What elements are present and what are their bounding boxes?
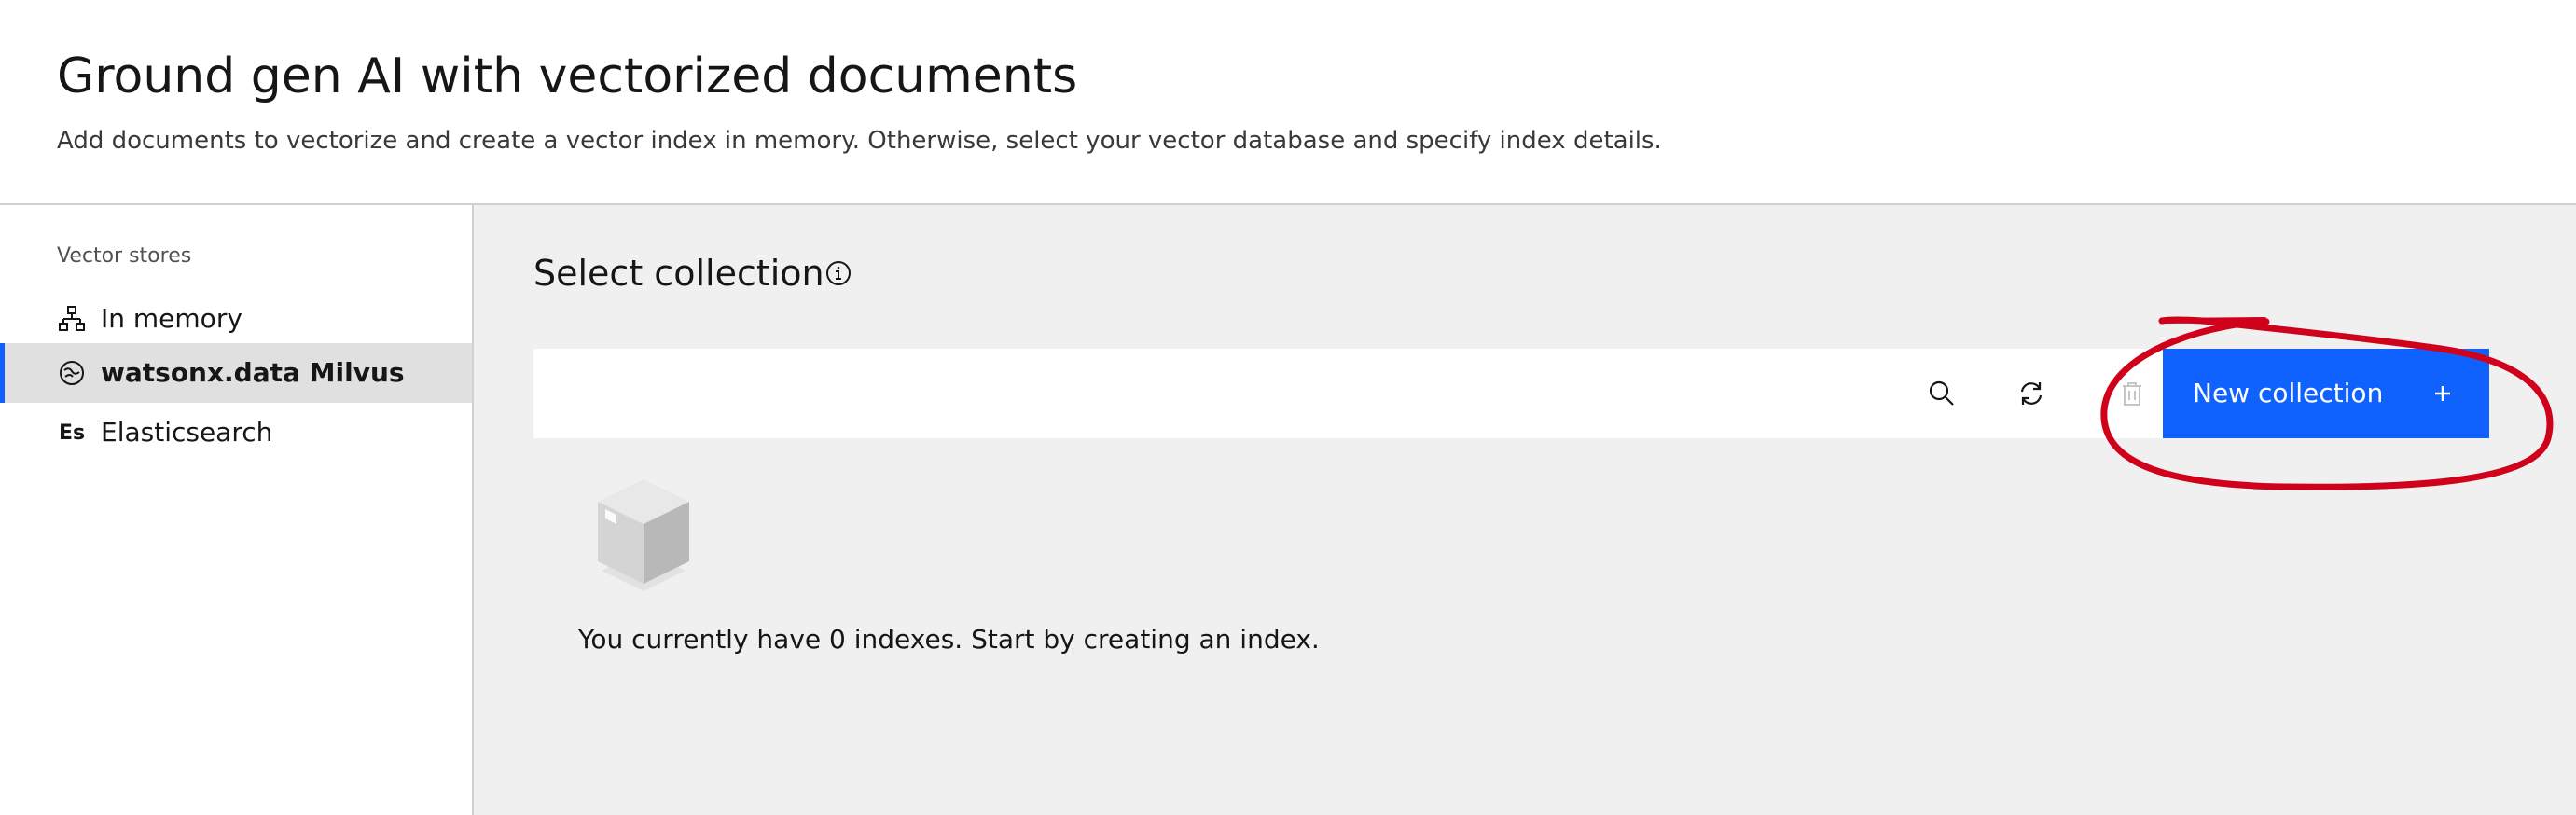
refresh-icon[interactable] [2009, 371, 2054, 416]
sidebar-item-label: watsonx.data Milvus [101, 357, 405, 388]
page-title: Ground gen AI with vectorized documents [57, 48, 1078, 104]
main-panel: Select collection New collection You cur… [474, 205, 2576, 815]
sidebar-item-in-memory[interactable]: In memory [0, 289, 472, 349]
new-collection-button[interactable]: New collection [2163, 349, 2489, 438]
sidebar-heading: Vector stores [57, 244, 192, 268]
sidebar-item-elasticsearch[interactable]: Es Elasticsearch [0, 403, 472, 463]
collection-toolbar: New collection [533, 349, 2489, 438]
search-icon[interactable] [1919, 371, 1964, 416]
new-collection-label: New collection [2193, 378, 2384, 408]
plus-icon [2430, 380, 2456, 407]
elasticsearch-icon: Es [57, 418, 87, 448]
section-title: Select collection [533, 253, 824, 294]
page-header: Ground gen AI with vectorized documents … [0, 0, 2576, 205]
sidebar: Vector stores In memory watsonx.data Mil… [0, 205, 474, 815]
sidebar-item-label: In memory [101, 303, 242, 334]
memory-icon [57, 304, 87, 334]
elasticsearch-glyph: Es [58, 421, 86, 445]
trash-icon[interactable] [2110, 371, 2154, 416]
box-icon [592, 468, 695, 601]
sidebar-item-label: Elasticsearch [101, 417, 273, 448]
sidebar-item-watsonx-milvus[interactable]: watsonx.data Milvus [0, 343, 472, 403]
page-subtitle: Add documents to vectorize and create a … [57, 127, 1662, 155]
milvus-icon [57, 358, 87, 388]
info-icon[interactable] [824, 259, 852, 287]
empty-state-text: You currently have 0 indexes. Start by c… [578, 624, 1320, 655]
